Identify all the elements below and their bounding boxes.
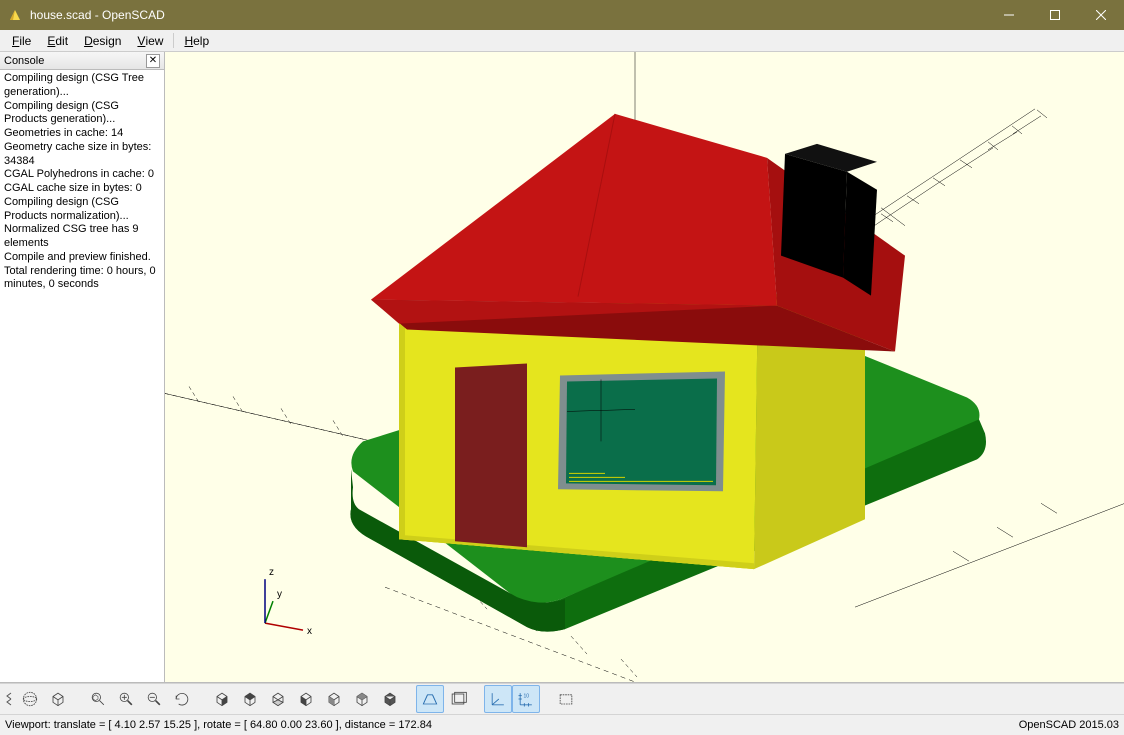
window-title: house.scad - OpenSCAD: [30, 8, 986, 22]
view-left-icon[interactable]: [292, 685, 320, 713]
statusbar: Viewport: translate = [ 4.10 2.57 15.25 …: [0, 715, 1124, 735]
render-icon[interactable]: [44, 685, 72, 713]
console-close-button[interactable]: ✕: [146, 54, 160, 68]
menu-separator: [173, 33, 174, 48]
menu-edit[interactable]: Edit: [39, 30, 76, 51]
console-line: Compiling design (CSG Tree generation)..…: [4, 72, 160, 100]
console-line: CGAL Polyhedrons in cache: 0: [4, 168, 160, 182]
console-line: Compiling design (CSG Products normaliza…: [4, 196, 160, 224]
toolbar-overflow-left[interactable]: [2, 691, 16, 707]
status-version: OpenSCAD 2015.03: [1019, 719, 1119, 731]
console-header: Console ✕: [0, 52, 164, 70]
content-area: Console ✕ Compiling design (CSG Tree gen…: [0, 52, 1124, 683]
menubar: File Edit Design View Help: [0, 30, 1124, 52]
view-bottom-icon[interactable]: [264, 685, 292, 713]
console-line: Normalized CSG tree has 9 elements: [4, 223, 160, 251]
show-edges-icon[interactable]: [552, 685, 580, 713]
view-back-icon[interactable]: [348, 685, 376, 713]
perspective-icon[interactable]: [416, 685, 444, 713]
console-line: CGAL cache size in bytes: 0: [4, 182, 160, 196]
reset-view-icon[interactable]: [168, 685, 196, 713]
preview-icon[interactable]: [16, 685, 44, 713]
close-button[interactable]: [1078, 0, 1124, 30]
maximize-button[interactable]: [1032, 0, 1078, 30]
orthogonal-icon[interactable]: [444, 685, 472, 713]
svg-text:x: x: [307, 626, 312, 637]
menu-file[interactable]: File: [4, 30, 39, 51]
status-viewport-info: Viewport: translate = [ 4.10 2.57 15.25 …: [5, 719, 1019, 731]
menu-design[interactable]: Design: [76, 30, 129, 51]
menu-view[interactable]: View: [129, 30, 171, 51]
console-line: Geometry cache size in bytes: 34384: [4, 141, 160, 169]
console-panel: Console ✕ Compiling design (CSG Tree gen…: [0, 52, 165, 682]
scalemarkers-icon[interactable]: 10: [512, 685, 540, 713]
console-line: Compile and preview finished.: [4, 251, 160, 265]
view-all-icon[interactable]: [84, 685, 112, 713]
app-icon: [7, 7, 23, 23]
console-body: Compiling design (CSG Tree generation)..…: [0, 70, 164, 682]
zoom-in-icon[interactable]: [112, 685, 140, 713]
menu-help[interactable]: Help: [176, 30, 217, 51]
view-right-icon[interactable]: [208, 685, 236, 713]
zoom-out-icon[interactable]: [140, 685, 168, 713]
viewport-3d[interactable]: x y z: [165, 52, 1124, 682]
svg-text:y: y: [277, 589, 282, 600]
view-top-icon[interactable]: [236, 685, 264, 713]
view-diagonal-icon[interactable]: [376, 685, 404, 713]
axes-icon[interactable]: [484, 685, 512, 713]
view-front-icon[interactable]: [320, 685, 348, 713]
titlebar: house.scad - OpenSCAD: [0, 0, 1124, 30]
console-line: Compiling design (CSG Products generatio…: [4, 100, 160, 128]
console-line: Geometries in cache: 14: [4, 127, 160, 141]
svg-text:10: 10: [524, 693, 530, 699]
view-toolbar: 10: [0, 683, 1124, 715]
console-title: Console: [4, 55, 146, 67]
console-line: Total rendering time: 0 hours, 0 minutes…: [4, 265, 160, 293]
minimize-button[interactable]: [986, 0, 1032, 30]
svg-text:z: z: [269, 567, 274, 578]
